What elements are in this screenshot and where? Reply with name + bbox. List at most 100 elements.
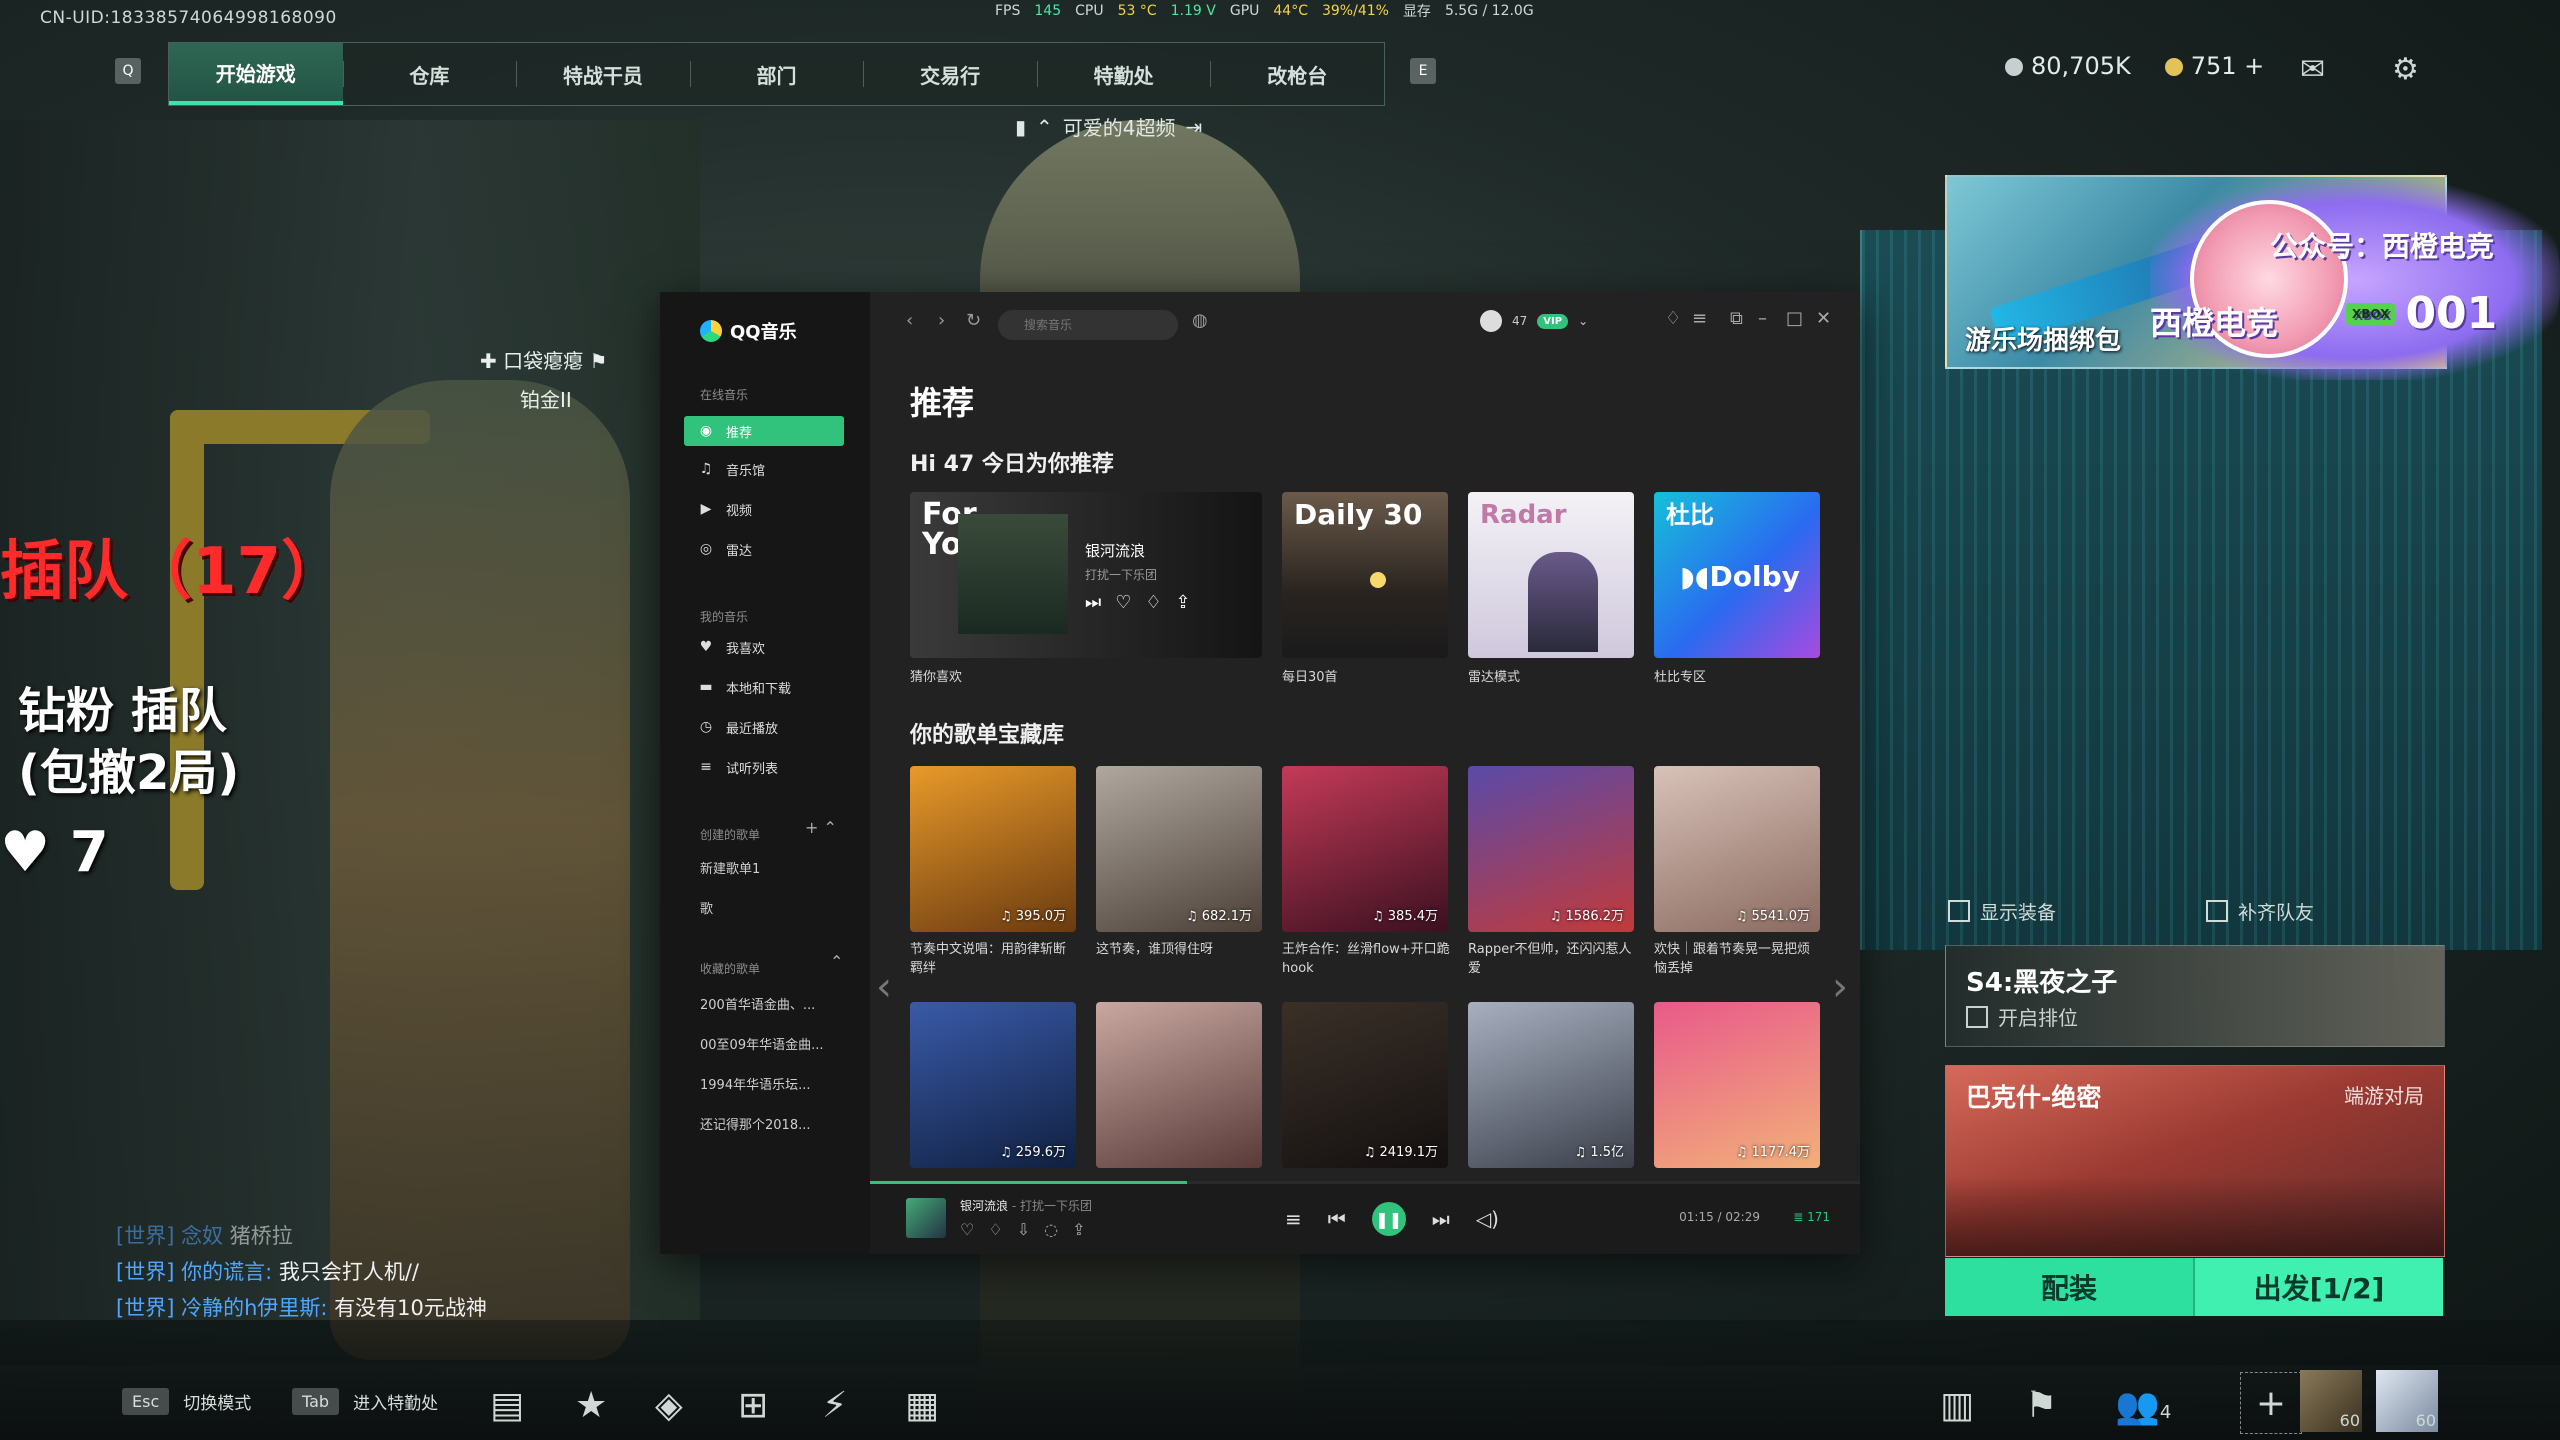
- scroll-left-arrow[interactable]: ‹: [876, 964, 892, 1010]
- teammate-marker: ✚ 口袋瘪瘪 ⚑ 铂金II: [480, 345, 607, 413]
- menu-icon[interactable]: ≡: [1692, 308, 1707, 329]
- tab-warehouse[interactable]: 仓库: [342, 43, 517, 105]
- for-you-card[interactable]: For You 银河流浪 打扰一下乐团 ⏭ ♡ ♢ ⇪: [910, 492, 1262, 658]
- search-input[interactable]: [998, 310, 1178, 340]
- enter-special-ops-hint[interactable]: Tab 进入特勤处: [292, 1388, 438, 1415]
- map-mode-card[interactable]: 巴克什-绝密 端游对局: [1945, 1065, 2445, 1257]
- dislike-icon[interactable]: ♢: [1145, 592, 1161, 613]
- comment-icon[interactable]: ◌: [1044, 1220, 1058, 1239]
- play-next-icon[interactable]: ⏭: [1085, 592, 1101, 613]
- tab-department[interactable]: 部门: [689, 43, 864, 105]
- tab-gunsmith[interactable]: 改枪台: [1210, 43, 1384, 105]
- mini-mode-icon[interactable]: ⧉: [1730, 308, 1743, 329]
- heart-icon[interactable]: ♡: [1115, 592, 1131, 613]
- shield-icon[interactable]: ◈: [655, 1385, 683, 1426]
- stream-vip-note: 钻粉 插队 (包撤2局): [18, 680, 239, 804]
- playlist-thumb[interactable]: ♫ 2419.1万: [1282, 1002, 1448, 1168]
- sidebar-playlist[interactable]: 还记得那个2018...: [700, 1114, 810, 1133]
- volume-icon[interactable]: ◁): [1476, 1207, 1499, 1231]
- mic-icon[interactable]: ◍: [1192, 310, 1208, 331]
- playlist-thumb[interactable]: ♫ 259.6万: [910, 1002, 1076, 1168]
- sidebar-item-local[interactable]: ▬ 本地和下载: [684, 672, 844, 702]
- next-icon[interactable]: ⏭: [1432, 1207, 1450, 1231]
- squad-indicator[interactable]: ▮ ⌃ 可爱的4超频 ⇥: [1015, 112, 1202, 141]
- playlist-thumb[interactable]: ♫ 1177.4万: [1654, 1002, 1820, 1168]
- sidebar-item-queue[interactable]: ≡ 试听列表: [684, 752, 844, 782]
- previous-icon[interactable]: ⏮: [1328, 1207, 1346, 1231]
- skin-icon[interactable]: ♢: [1665, 308, 1681, 329]
- sidebar-playlist[interactable]: 200首华语金曲、...: [700, 994, 815, 1013]
- maximize-icon[interactable]: □: [1786, 308, 1803, 329]
- sidebar-item-recommend[interactable]: ◉ 推荐: [684, 416, 844, 446]
- invite-plus-button[interactable]: +: [2240, 1372, 2302, 1434]
- event-icon[interactable]: ▦: [905, 1385, 939, 1426]
- sidebar-item-favorites[interactable]: ♥ 我喜欢: [684, 632, 844, 662]
- flag-icon[interactable]: ⚑: [2025, 1385, 2057, 1426]
- stats-icon[interactable]: ▥: [1940, 1385, 1974, 1426]
- scroll-right-arrow[interactable]: ›: [1832, 964, 1848, 1010]
- player-uid: CN-UID:18338574064998168090: [40, 8, 337, 28]
- dolby-card[interactable]: 杜比 ◗◖Dolby: [1654, 492, 1820, 658]
- playback-progress[interactable]: [870, 1181, 1187, 1184]
- playlist-thumb[interactable]: [1096, 1002, 1262, 1168]
- back-icon[interactable]: ‹: [906, 310, 913, 331]
- tab-start-game[interactable]: 开始游戏: [169, 43, 343, 105]
- queue-count[interactable]: ≣ 171: [1793, 1210, 1830, 1224]
- sidebar-item-radar[interactable]: ◎ 雷达: [684, 534, 844, 564]
- key-hint-q: Q: [115, 58, 141, 84]
- season-card[interactable]: S4:黑夜之子 开启排位: [1945, 945, 2445, 1047]
- gear-icon[interactable]: ⚙: [2392, 52, 2419, 87]
- playlist-thumb[interactable]: ♫ 5541.0万: [1654, 766, 1820, 932]
- playlist-thumb[interactable]: ♫ 395.0万: [910, 766, 1076, 932]
- ranked-checkbox[interactable]: 开启排位: [1966, 1002, 2078, 1031]
- deploy-button[interactable]: 出发[1/2]: [2195, 1258, 2443, 1316]
- sidebar-section-online: 在线音乐: [700, 388, 749, 402]
- share-icon[interactable]: ⇪: [1175, 592, 1190, 613]
- store-icon[interactable]: ★: [575, 1385, 607, 1426]
- sidebar-playlist[interactable]: 新建歌单1: [700, 858, 760, 877]
- show-equipment-checkbox[interactable]: 显示装备: [1948, 898, 2056, 925]
- teammate-avatar-1[interactable]: 60: [2300, 1370, 2362, 1432]
- chevron-down-icon: ⌄: [1578, 314, 1589, 328]
- share-icon[interactable]: ⇪: [1072, 1220, 1085, 1239]
- close-icon[interactable]: ✕: [1816, 308, 1831, 329]
- playlist-mode-icon[interactable]: ≡: [1285, 1207, 1302, 1231]
- pass-icon[interactable]: ⚡: [822, 1385, 847, 1426]
- forward-icon[interactable]: ›: [938, 310, 945, 331]
- sidebar-item-recent[interactable]: ◷ 最近播放: [684, 712, 844, 742]
- refresh-icon[interactable]: ↻: [966, 310, 981, 331]
- qq-user[interactable]: 47 VIP ⌄: [1480, 310, 1588, 332]
- pause-button[interactable]: ❚❚: [1371, 1202, 1406, 1236]
- cart-icon[interactable]: ⊞: [738, 1385, 768, 1426]
- chat-icon[interactable]: ▤: [490, 1385, 524, 1426]
- daily30-card[interactable]: Daily 30: [1282, 492, 1448, 658]
- playlist-thumb[interactable]: ♫ 1.5亿: [1468, 1002, 1634, 1168]
- playlist-thumb[interactable]: ♫ 1586.2万: [1468, 766, 1634, 932]
- sidebar-item-video[interactable]: ▶ 视频: [684, 494, 844, 524]
- radar-card[interactable]: Radar: [1468, 492, 1634, 658]
- team-icon[interactable]: 👥4: [2115, 1385, 2171, 1427]
- tab-special-ops[interactable]: 特勤处: [1036, 43, 1211, 105]
- now-playing-cover[interactable]: [906, 1198, 946, 1238]
- sidebar-playlist[interactable]: 00至09年华语金曲...: [700, 1034, 823, 1053]
- minimize-icon[interactable]: –: [1758, 308, 1767, 329]
- self-avatar[interactable]: 60: [2376, 1370, 2438, 1432]
- mail-icon[interactable]: ✉: [2300, 52, 2325, 87]
- sidebar-playlist[interactable]: 1994年华语乐坛...: [700, 1074, 810, 1093]
- heart-icon[interactable]: ♡: [960, 1220, 974, 1239]
- playlist-thumb[interactable]: ♫ 682.1万: [1096, 766, 1262, 932]
- sidebar-playlist[interactable]: 歌: [700, 898, 713, 917]
- video-icon: ▶: [700, 501, 712, 517]
- fill-teammates-checkbox[interactable]: 补齐队友: [2206, 898, 2314, 925]
- dislike-icon[interactable]: ♢: [988, 1220, 1002, 1239]
- collapse-chevron-icon[interactable]: ⌃: [830, 952, 843, 971]
- create-playlist-plus-icon[interactable]: + ⌃: [805, 818, 837, 837]
- switch-mode-hint[interactable]: Esc 切换模式: [122, 1388, 251, 1415]
- loadout-button[interactable]: 配装: [1945, 1258, 2195, 1316]
- currency-premium[interactable]: 751 +: [2164, 52, 2264, 80]
- tab-operators[interactable]: 特战干员: [516, 43, 690, 105]
- sidebar-item-music-hall[interactable]: ♫ 音乐馆: [684, 454, 844, 484]
- playlist-thumb[interactable]: ♫ 385.4万: [1282, 766, 1448, 932]
- download-icon[interactable]: ⇩: [1017, 1220, 1030, 1239]
- tab-trading[interactable]: 交易行: [863, 43, 1037, 105]
